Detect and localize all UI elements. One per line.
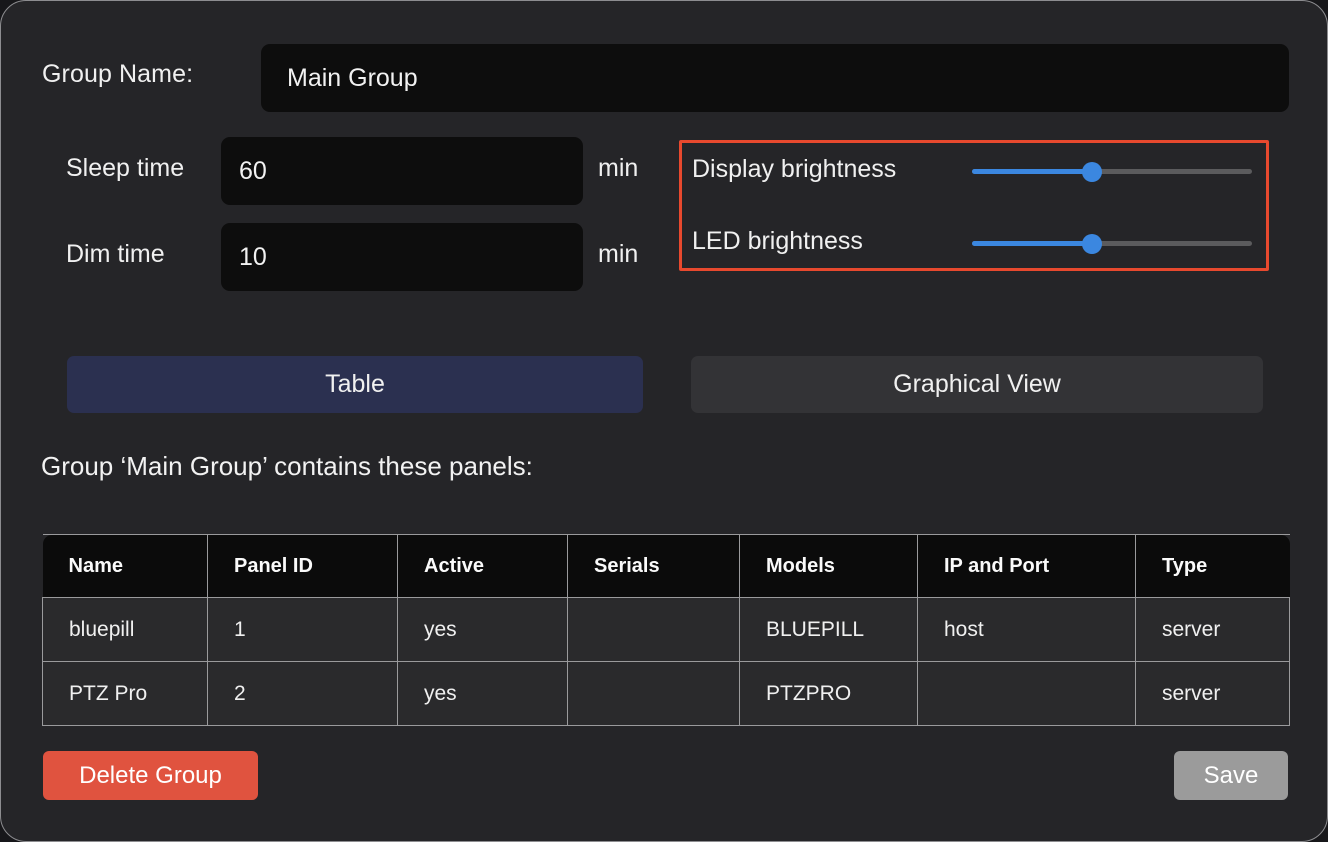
panels-caption: Group ‘Main Group’ contains these panels… <box>41 451 533 481</box>
column-header-ip-and-port: IP and Port <box>917 534 1136 598</box>
cell-name: PTZ Pro <box>42 661 208 726</box>
cell-panel-id: 1 <box>207 597 398 662</box>
cell-serials <box>567 597 740 662</box>
led-brightness-thumb[interactable] <box>1082 234 1103 254</box>
group-name-input[interactable] <box>261 44 1289 112</box>
cell-serials <box>567 661 740 726</box>
table-header-row: Name Panel ID Active Serials Models IP a… <box>42 534 1290 598</box>
dim-time-input[interactable] <box>221 223 583 291</box>
cell-panel-id: 2 <box>207 661 398 726</box>
cell-type: server <box>1135 661 1290 726</box>
table-row[interactable]: bluepill 1 yes BLUEPILL host server <box>42 597 1290 662</box>
cell-active: yes <box>397 597 568 662</box>
led-brightness-slider[interactable] <box>972 234 1252 254</box>
brightness-highlight-box: Display brightness LED brightness <box>679 140 1269 271</box>
settings-window: Group Name: Sleep time min Dim time min … <box>0 0 1328 842</box>
led-brightness-label: LED brightness <box>692 227 863 255</box>
display-brightness-thumb[interactable] <box>1082 162 1103 182</box>
tab-graphical-view[interactable]: Graphical View <box>691 356 1263 413</box>
column-header-name: Name <box>42 534 208 598</box>
led-brightness-fill <box>972 241 1093 246</box>
cell-active: yes <box>397 661 568 726</box>
cell-type: server <box>1135 597 1290 662</box>
column-header-type: Type <box>1135 534 1290 598</box>
sleep-time-label: Sleep time <box>66 154 185 182</box>
dim-time-unit: min <box>598 240 639 268</box>
column-header-active: Active <box>397 534 568 598</box>
display-brightness-row: Display brightness <box>682 151 1266 191</box>
display-brightness-label: Display brightness <box>692 155 897 183</box>
table-row[interactable]: PTZ Pro 2 yes PTZPRO server <box>42 661 1290 726</box>
column-header-models: Models <box>739 534 918 598</box>
cell-name: bluepill <box>42 597 208 662</box>
display-brightness-fill <box>972 169 1093 174</box>
column-header-panel-id: Panel ID <box>207 534 398 598</box>
column-header-serials: Serials <box>567 534 740 598</box>
save-button[interactable]: Save <box>1174 751 1288 800</box>
panels-table: Name Panel ID Active Serials Models IP a… <box>42 534 1290 726</box>
cell-ip-and-port <box>917 661 1136 726</box>
tab-table[interactable]: Table <box>67 356 643 413</box>
sleep-time-unit: min <box>598 154 639 182</box>
led-brightness-row: LED brightness <box>682 223 1266 263</box>
cell-models: BLUEPILL <box>739 597 918 662</box>
cell-ip-and-port: host <box>917 597 1136 662</box>
dim-time-label: Dim time <box>66 240 165 268</box>
display-brightness-slider[interactable] <box>972 162 1252 182</box>
sleep-time-input[interactable] <box>221 137 583 205</box>
delete-group-button[interactable]: Delete Group <box>43 751 258 800</box>
cell-models: PTZPRO <box>739 661 918 726</box>
group-name-row: Group Name: <box>1 44 1327 112</box>
group-name-label: Group Name: <box>42 60 194 88</box>
